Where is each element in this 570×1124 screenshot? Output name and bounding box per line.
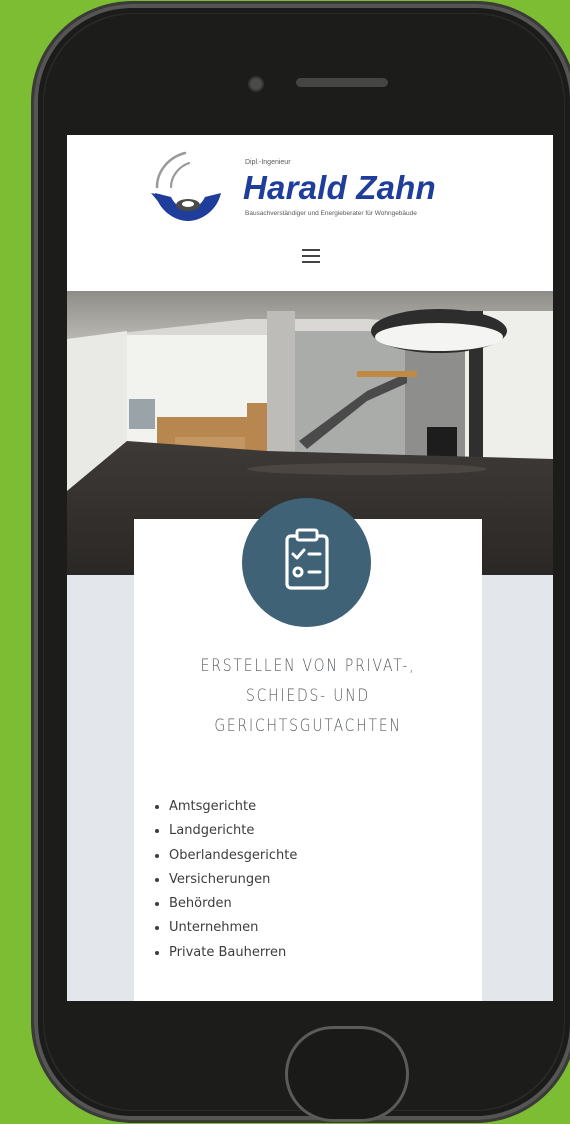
list-item: Landgerichte <box>155 819 297 843</box>
speaker-grille <box>296 78 388 87</box>
heading-line: GERICHTSGUTACHTEN <box>214 716 402 736</box>
front-camera-icon <box>248 76 264 92</box>
list-item: Behörden <box>155 892 297 916</box>
list-item: Private Bauherren <box>155 941 297 965</box>
menu-bar <box>302 249 320 251</box>
phone-screen: Dipl.-Ingenieur Harald Zahn Bausachverst… <box>67 135 553 1001</box>
hamburger-menu-icon[interactable] <box>302 249 320 263</box>
home-button[interactable] <box>285 1026 409 1122</box>
list-item: Amtsgerichte <box>155 795 297 819</box>
list-item: Oberlandesgerichte <box>155 844 297 868</box>
site-header: Dipl.-Ingenieur Harald Zahn Bausachverst… <box>67 135 553 291</box>
clipboard-checklist-icon <box>242 498 371 627</box>
logo-subtitle: Bausachverständiger und Energieberater f… <box>245 210 417 217</box>
menu-bar <box>302 255 320 257</box>
logo-prefix: Dipl.-Ingenieur <box>245 159 291 166</box>
service-heading: ERSTELLEN VON PRIVAT-, SCHIEDS- UND GERI… <box>165 651 450 741</box>
client-list: Amtsgerichte Landgerichte Oberlandesgeri… <box>155 795 297 965</box>
background: Dipl.-Ingenieur Harald Zahn Bausachverst… <box>0 0 570 1124</box>
menu-bar <box>302 261 320 263</box>
logo-name[interactable]: Harald Zahn <box>243 169 436 207</box>
list-item: Unternehmen <box>155 916 297 940</box>
logo-mark-icon[interactable] <box>145 147 231 223</box>
list-item: Versicherungen <box>155 868 297 892</box>
heading-line: SCHIEDS- UND <box>245 686 371 706</box>
clipboard-glyph <box>285 528 329 590</box>
heading-line: ERSTELLEN VON PRIVAT-, <box>200 656 416 676</box>
